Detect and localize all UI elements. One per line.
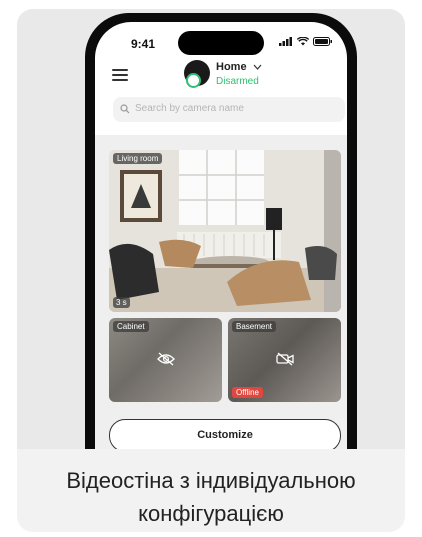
battery-icon	[313, 37, 332, 46]
search-placeholder: Search by camera name	[135, 103, 244, 114]
living-room-preview	[109, 150, 341, 312]
search-input[interactable]: Search by camera name	[113, 97, 345, 122]
hub-security-state: Disarmed	[216, 76, 259, 87]
camera-tile-basement[interactable]: Basement Offline	[228, 318, 341, 402]
camera-tile-cabinet[interactable]: Cabinet	[109, 318, 222, 402]
wifi-icon	[297, 37, 309, 46]
disarmed-status-icon	[186, 73, 201, 88]
status-icons	[279, 37, 333, 46]
camera-tile-living-room[interactable]: Living room 3 s	[109, 150, 341, 312]
dynamic-island	[178, 31, 264, 55]
caption-line-2: конфігурацією	[138, 501, 284, 526]
customize-button[interactable]: Customize	[109, 419, 341, 449]
feature-caption: Відеостіна з індивідуальною конфігураціє…	[17, 464, 405, 530]
menu-button[interactable]	[112, 69, 128, 81]
card-illustration-area: 9:41 Home Disarmed Search by camera name…	[17, 9, 405, 449]
menu-line	[112, 69, 128, 71]
camera-label: Living room	[113, 153, 163, 164]
signal-icon	[279, 37, 292, 46]
camera-off-icon	[276, 352, 294, 366]
app-screen: 9:41 Home Disarmed Search by camera name…	[95, 22, 347, 449]
menu-line	[112, 74, 128, 76]
camera-label: Basement	[232, 321, 277, 332]
menu-line	[112, 79, 128, 81]
caption-line-1: Відеостіна з індивідуальною	[66, 468, 356, 493]
status-time: 9:41	[131, 37, 156, 51]
eye-off-icon	[157, 352, 175, 366]
chevron-down-icon	[253, 64, 262, 70]
feature-card: 9:41 Home Disarmed Search by camera name…	[17, 9, 405, 532]
camera-label: Cabinet	[113, 321, 149, 332]
hub-selector[interactable]: Home	[216, 61, 262, 73]
offline-badge: Offline	[232, 387, 263, 398]
phone-frame: 9:41 Home Disarmed Search by camera name…	[85, 13, 357, 449]
hub-name: Home	[216, 61, 247, 73]
recording-timer: 3 s	[113, 297, 130, 308]
search-icon	[120, 104, 130, 114]
